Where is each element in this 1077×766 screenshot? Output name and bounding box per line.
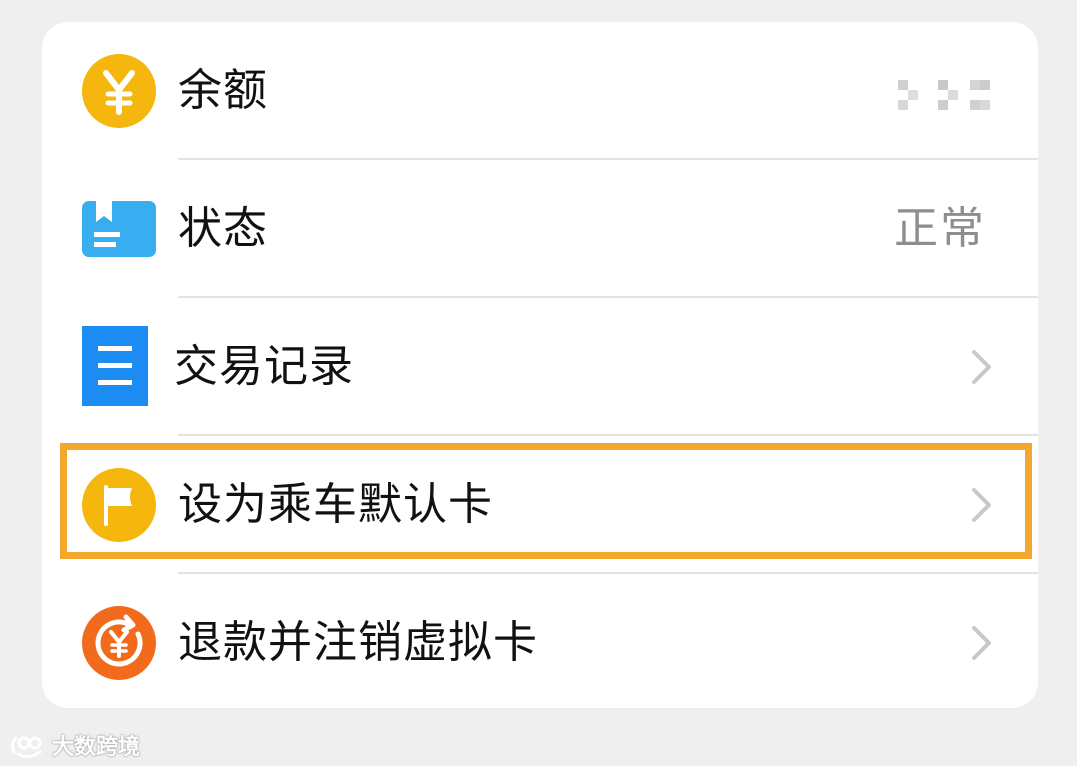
status-label: 状态	[178, 203, 268, 254]
balance-label: 余额	[178, 65, 268, 116]
flag-icon	[82, 468, 156, 542]
card-settings-panel: 余额 状态 正常 交易记录 设为乘车默认卡 退款并注销虚拟卡	[42, 22, 1038, 708]
refund-cancel-card-label: 退款并注销虚拟卡	[178, 617, 538, 668]
set-default-transit-card-label: 设为乘车默认卡	[178, 479, 493, 530]
watermark: 大数跨境	[8, 728, 140, 762]
set-default-transit-card-row[interactable]: 设为乘车默认卡	[42, 436, 1038, 574]
status-value: 正常	[894, 203, 986, 254]
chevron-right-icon	[970, 624, 994, 662]
chevron-right-icon	[970, 348, 994, 386]
transaction-records-label: 交易记录	[174, 341, 354, 392]
status-row: 状态 正常	[42, 160, 1038, 298]
list-icon	[82, 326, 148, 406]
chevron-right-icon	[970, 486, 994, 524]
yuan-icon	[82, 54, 156, 128]
card-status-icon	[82, 192, 156, 266]
watermark-text: 大数跨境	[52, 735, 141, 760]
balance-value-redacted	[898, 80, 990, 110]
transaction-records-row[interactable]: 交易记录	[42, 298, 1038, 436]
watermark-logo-icon	[10, 736, 42, 759]
refund-icon	[82, 606, 156, 680]
balance-row: 余额	[42, 22, 1038, 160]
refund-cancel-card-row[interactable]: 退款并注销虚拟卡	[42, 574, 1038, 708]
